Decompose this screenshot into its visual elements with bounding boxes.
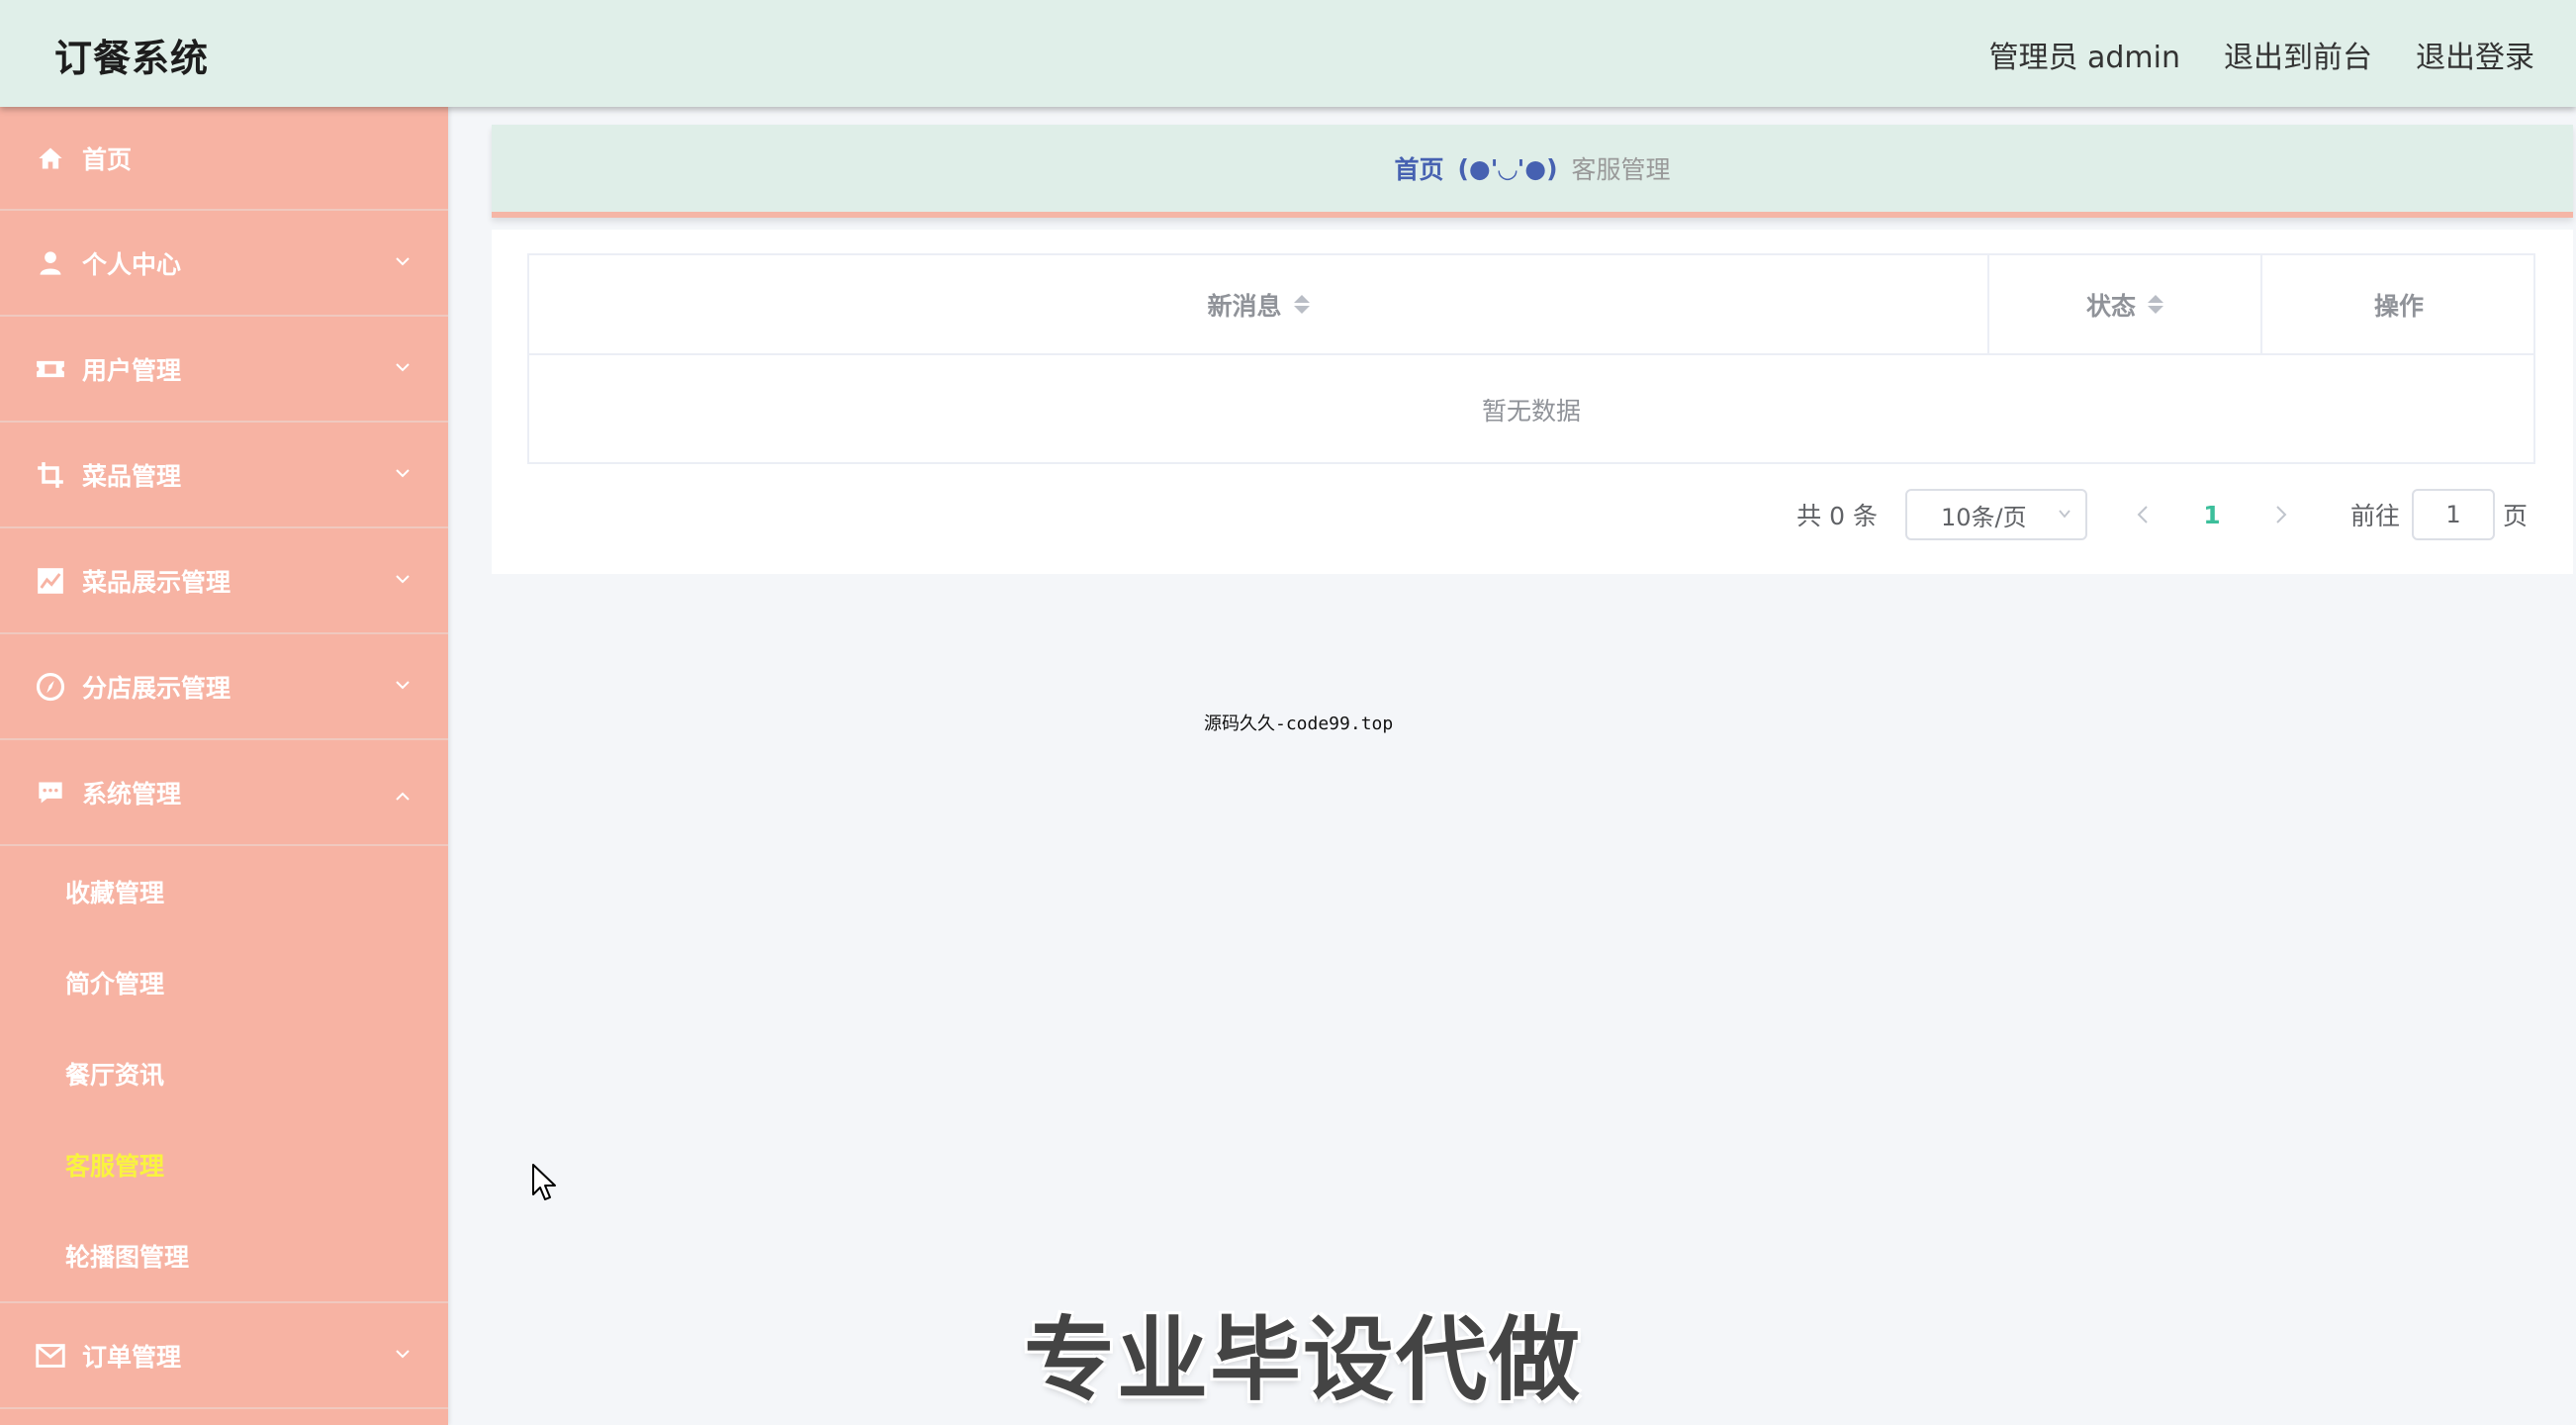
goto-suffix: 页 — [2502, 502, 2528, 530]
sidebar-item-home[interactable]: 首页 — [0, 107, 448, 211]
chevron-up-icon — [396, 792, 410, 801]
empty-state-text: 暂无数据 — [1481, 397, 1581, 426]
sidebar-item-label: 个人中心 — [82, 249, 182, 279]
sidebar: 首页 个人中心 用户管理 菜品管理 菜品展示管理 分店展示管理 系统管理 收藏管… — [0, 107, 448, 1425]
chevron-left-icon — [2137, 506, 2148, 523]
goto-page-input[interactable] — [2411, 489, 2495, 540]
admin-user-label: 管理员 admin — [1988, 41, 2180, 75]
sidebar-item-system[interactable]: 系统管理 — [0, 740, 448, 846]
page-size-select[interactable]: 10条/页 — [1904, 489, 2087, 540]
pagination: 共 0 条 10条/页 1 前往 页 — [1796, 489, 2528, 540]
user-icon — [36, 248, 65, 278]
promo-overlay-text: 专业毕设代做 — [1024, 1307, 1583, 1413]
chevron-down-icon — [396, 574, 410, 583]
sidebar-item-label: 菜品管理 — [82, 461, 182, 491]
crop-icon — [36, 460, 65, 490]
app-title: 订餐系统 — [54, 37, 210, 80]
sidebar-item-profile[interactable]: 个人中心 — [0, 211, 448, 317]
column-header-actions: 操作 — [2262, 255, 2535, 353]
page-number-current[interactable]: 1 — [2172, 501, 2252, 529]
submenu-item-customer-service[interactable]: 客服管理 — [0, 1119, 448, 1210]
ticket-icon — [36, 354, 65, 384]
content-card: 新消息 状态 操作 暂无数据 共 0 条 10条/页 1 前往 页 — [492, 230, 2573, 574]
sidebar-item-label: 首页 — [82, 144, 133, 174]
prev-page-button[interactable] — [2113, 489, 2172, 540]
column-label: 操作 — [2373, 291, 2424, 321]
column-label: 新消息 — [1207, 291, 1282, 321]
sidebar-item-label: 用户管理 — [82, 355, 182, 385]
column-header-new-message[interactable]: 新消息 — [529, 255, 1989, 353]
logout-link[interactable]: 退出登录 — [2416, 33, 2534, 76]
chat-icon — [36, 778, 65, 808]
breadcrumb-home-link[interactable]: 首页 — [1394, 150, 1443, 186]
sidebar-item-branch-display[interactable]: 分店展示管理 — [0, 634, 448, 740]
breadcrumb: 首页 (●'◡'●) 客服管理 — [492, 125, 2573, 218]
chevron-down-icon — [396, 1349, 410, 1358]
column-label: 状态 — [2085, 291, 2136, 321]
data-table: 新消息 状态 操作 暂无数据 — [527, 253, 2535, 464]
goto-label: 前往 — [2349, 502, 2400, 530]
chevron-down-icon — [396, 680, 410, 689]
submenu-item-favorites[interactable]: 收藏管理 — [0, 846, 448, 937]
sidebar-item-dishes[interactable]: 菜品管理 — [0, 423, 448, 528]
top-header: 订餐系统 管理员 admin 退出到前台 退出登录 — [0, 0, 2576, 107]
sidebar-item-label: 订单管理 — [82, 1342, 182, 1372]
breadcrumb-current: 客服管理 — [1571, 155, 1671, 184]
chevron-down-icon — [396, 362, 410, 371]
page-size-value: 10条/页 — [1940, 503, 2027, 531]
sidebar-item-orders[interactable]: 订单管理 — [0, 1303, 448, 1409]
breadcrumb-separator: (●'◡'●) — [1457, 153, 1558, 183]
column-header-status[interactable]: 状态 — [1989, 255, 2262, 353]
watermark-text: 源码久久-code99.top — [1204, 713, 1394, 734]
mouse-cursor-icon — [532, 1164, 556, 1200]
system-submenu: 收藏管理 简介管理 餐厅资讯 客服管理 轮播图管理 — [0, 846, 448, 1303]
next-page-button[interactable] — [2252, 489, 2311, 540]
header-links: 管理员 admin 退出到前台 退出登录 — [1945, 33, 2534, 76]
chevron-right-icon — [2276, 506, 2287, 523]
home-icon — [36, 143, 65, 173]
submenu-item-carousel[interactable]: 轮播图管理 — [0, 1210, 448, 1301]
sidebar-item-label: 菜品展示管理 — [82, 567, 231, 597]
sidebar-item-users[interactable]: 用户管理 — [0, 317, 448, 423]
chevron-down-icon — [396, 256, 410, 265]
chart-icon — [36, 566, 65, 596]
sidebar-item-label: 分店展示管理 — [82, 673, 231, 703]
sidebar-item-label: 系统管理 — [82, 779, 182, 808]
sort-caret-icon[interactable] — [2148, 295, 2163, 314]
table-header: 新消息 状态 操作 — [529, 255, 2533, 355]
exit-to-frontend-link[interactable]: 退出到前台 — [2224, 33, 2372, 76]
sidebar-item-dish-display[interactable]: 菜品展示管理 — [0, 528, 448, 634]
submenu-item-news[interactable]: 餐厅资讯 — [0, 1028, 448, 1119]
chevron-down-icon — [2059, 510, 2070, 519]
mail-icon — [36, 1341, 65, 1371]
chevron-down-icon — [396, 468, 410, 477]
submenu-item-intro[interactable]: 简介管理 — [0, 937, 448, 1028]
sort-caret-icon[interactable] — [1293, 295, 1310, 314]
compass-icon — [36, 672, 65, 702]
pagination-total: 共 0 条 — [1796, 502, 1878, 530]
